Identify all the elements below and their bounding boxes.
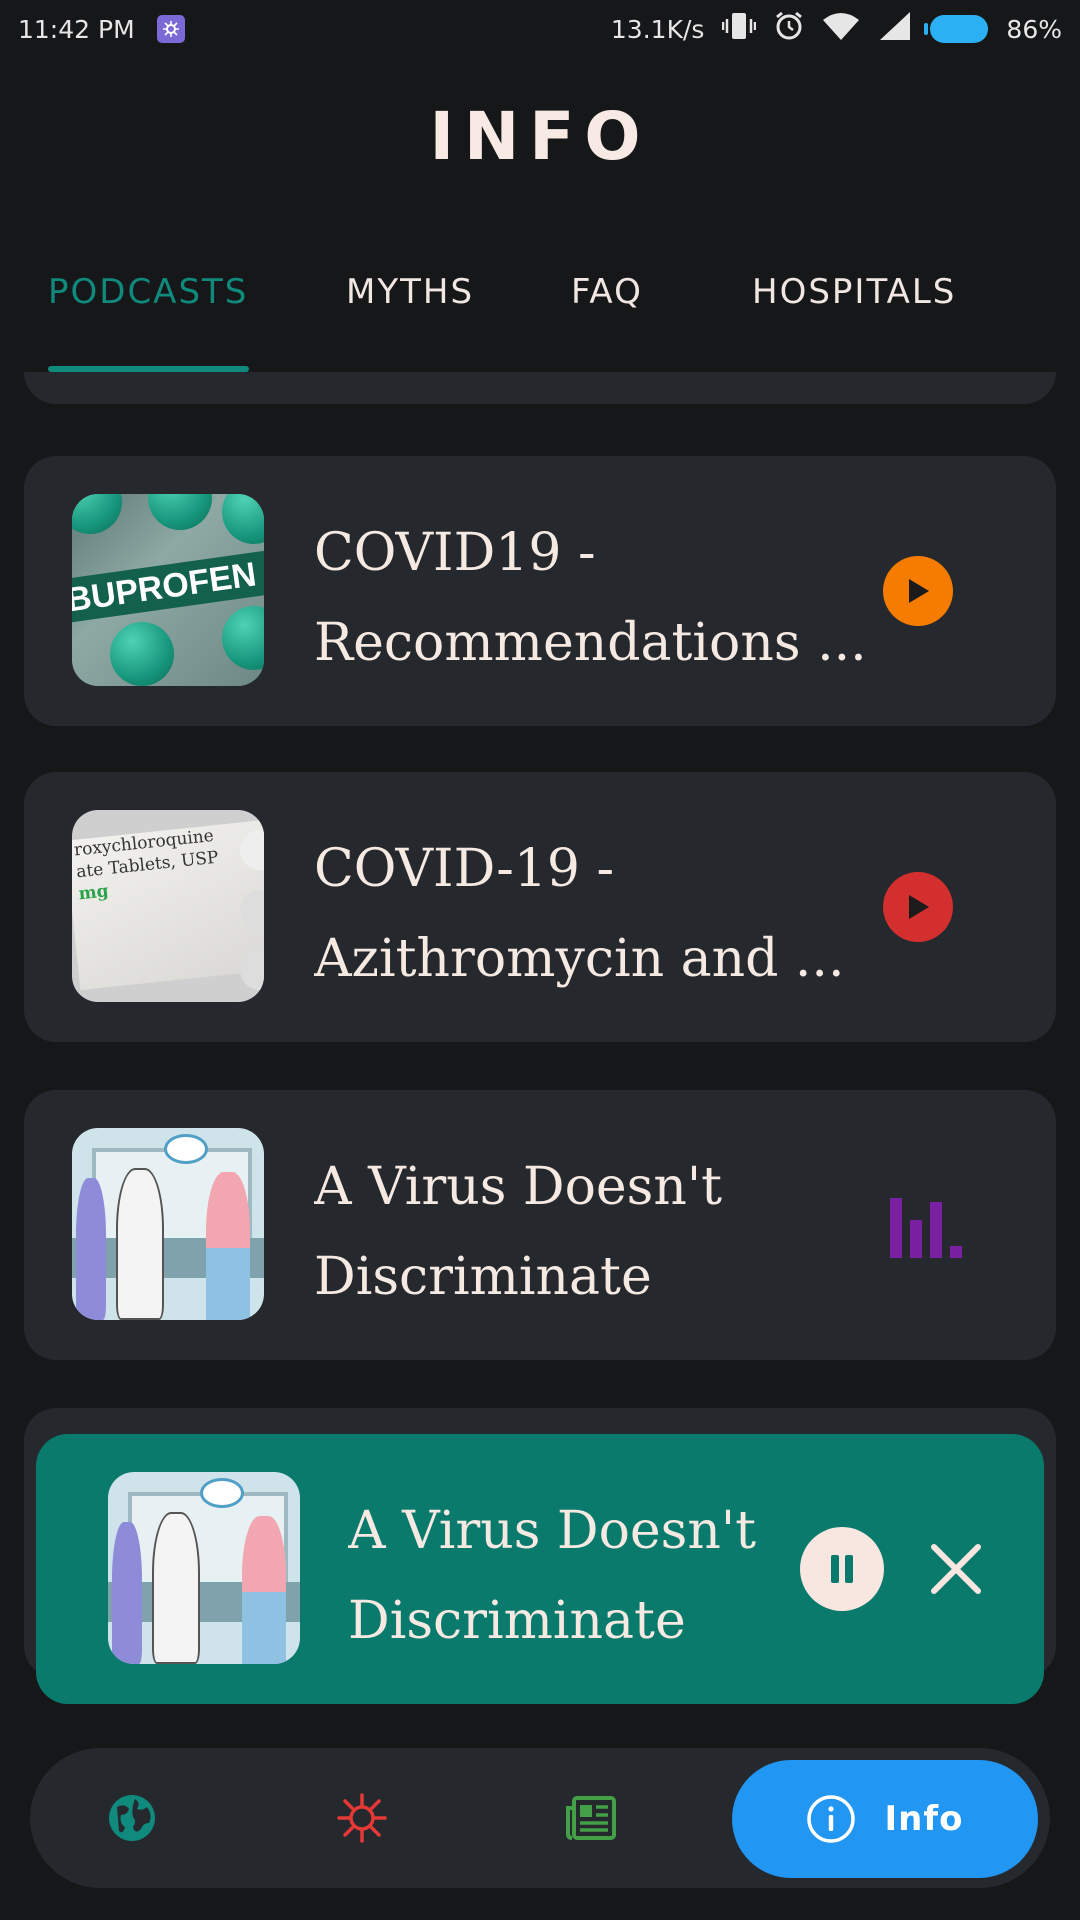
battery-icon [924,15,989,43]
podcast-card[interactable]: A Virus Doesn't Discriminate [24,1090,1056,1360]
nav-news[interactable] [564,1790,620,1846]
close-button[interactable] [926,1539,986,1599]
nav-virus[interactable] [334,1790,390,1846]
info-icon [807,1795,856,1843]
pause-icon [831,1555,853,1583]
podcast-title-line2: Azithromycin and ... [314,929,845,989]
vibrate-icon [722,11,757,47]
bottom-navigation: Info [30,1748,1050,1888]
podcast-card[interactable]: roxychloroquine ate Tablets, USP mg COVI… [24,772,1056,1042]
play-icon [909,895,929,919]
wifi-icon [822,11,860,47]
page-title: INFO [429,98,651,175]
tab-bar: PODCASTS MYTHS FAQ HOSPITALS [0,262,1080,372]
play-icon [909,579,929,603]
status-bar: 11:42 PM 13.1K/s 86% [0,0,1080,58]
play-button[interactable] [883,872,953,942]
virus-discrimination-thumbnail [72,1128,264,1320]
now-playing-bar[interactable]: A Virus Doesn't Discriminate [36,1434,1044,1704]
signal-icon [878,11,912,47]
podcast-card[interactable]: BUPROFEN COVID19 - Recommendations ... [24,456,1056,726]
news-icon [566,1796,616,1840]
virus-icon [337,1793,387,1843]
podcast-title-line2: Recommendations ... [314,613,867,673]
nav-globe[interactable] [104,1790,160,1846]
equalizer-icon[interactable] [886,1190,966,1260]
battery-percent: 86% [1006,14,1062,44]
pause-button[interactable] [800,1527,884,1611]
podcast-title-line1: COVID-19 - [314,839,615,899]
globe-icon [109,1795,155,1841]
close-icon [931,1544,981,1594]
app-notification-icon [156,15,185,43]
now-playing-thumbnail [108,1472,300,1664]
tab-podcasts[interactable]: PODCASTS [48,272,248,312]
ibuprofen-thumbnail: BUPROFEN [72,494,264,686]
tab-faq[interactable]: FAQ [571,272,643,312]
podcast-title-line1: A Virus Doesn't [314,1157,723,1217]
podcast-title: COVID19 - Recommendations ... [314,508,874,688]
podcast-title-line1: COVID19 - [314,523,596,583]
nav-info-label: Info [884,1799,964,1839]
list-item[interactable] [24,372,1056,404]
tab-hospitals[interactable]: HOSPITALS [752,272,956,312]
podcast-title: A Virus Doesn't Discriminate [314,1142,874,1322]
network-speed: 13.1K/s [610,14,705,44]
nav-info[interactable]: Info [732,1760,1038,1878]
hydroxychloroquine-thumbnail: roxychloroquine ate Tablets, USP mg [72,810,264,1002]
podcast-title: COVID-19 - Azithromycin and ... [314,824,874,1004]
alarm-icon [774,11,804,47]
status-time: 11:42 PM [18,14,135,44]
podcast-title-line2: Discriminate [314,1247,652,1307]
play-button[interactable] [883,556,953,626]
tab-myths[interactable]: MYTHS [346,272,474,312]
